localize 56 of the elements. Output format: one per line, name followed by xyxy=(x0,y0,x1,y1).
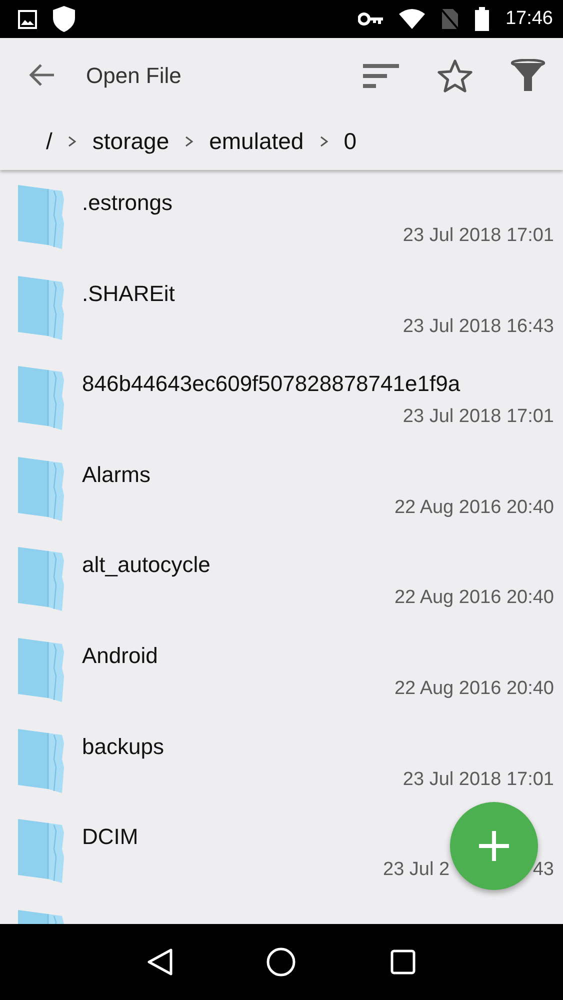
folder-name: Android xyxy=(82,642,158,670)
screen-title: Open File xyxy=(86,62,182,90)
modified-date: 22 Aug 2016 20:40 xyxy=(394,676,554,701)
folder-row[interactable]: Alarms 22 Aug 2016 20:40 xyxy=(0,442,563,532)
breadcrumb-link[interactable]: storage xyxy=(92,124,170,159)
folder-row[interactable]: .SHAREit 23 Jul 2018 16:43 xyxy=(0,260,563,352)
folder-name: .estrongs xyxy=(82,189,172,217)
key-icon xyxy=(358,12,384,26)
modified-date: 22 Aug 2016 20:40 xyxy=(394,586,554,610)
modified-date: 23 Jul 2 xyxy=(383,858,450,882)
folder-icon xyxy=(18,638,64,702)
modified-date: 23 Jul 2018 16:43 xyxy=(402,314,554,339)
modified-date: 43 xyxy=(532,858,554,882)
modified-date: 23 Jul 2018 17:01 xyxy=(402,224,554,248)
folder-icon xyxy=(18,728,64,793)
folder-name: DCIM xyxy=(82,823,138,852)
wifi-icon xyxy=(399,9,426,29)
folder-icon xyxy=(18,366,64,430)
chevron-icon xyxy=(320,136,328,147)
sort-button[interactable] xyxy=(363,62,399,88)
folder-icon xyxy=(18,276,64,340)
modified-date: 23 Jul 2018 17:01 xyxy=(402,768,554,792)
folder-name: backups xyxy=(82,732,164,761)
folder-name: 846b44643ec609f507828878741e1f9a xyxy=(82,370,460,398)
folder-name: .SHAREit xyxy=(82,280,175,308)
no-sim-icon xyxy=(441,8,460,30)
favorite-button[interactable] xyxy=(437,58,473,92)
modified-date: 22 Aug 2016 20:40 xyxy=(394,496,554,520)
battery-icon xyxy=(475,7,490,31)
folder-icon xyxy=(18,547,64,612)
chevron-icon xyxy=(185,136,194,147)
plus-icon xyxy=(478,830,510,862)
folder-name: Alarms xyxy=(82,460,150,489)
clock-time: 17:46 xyxy=(505,6,553,31)
breadcrumb-link[interactable]: emulated xyxy=(209,124,304,159)
back-nav-button[interactable] xyxy=(146,948,173,976)
folder-icon xyxy=(18,185,64,249)
image-icon xyxy=(18,10,37,28)
back-button[interactable] xyxy=(28,63,56,88)
folder-name: alt_autocycle xyxy=(82,551,210,580)
folder-row[interactable]: backups 23 Jul 2018 17:01 xyxy=(0,714,563,804)
breadcrumb-link[interactable]: / xyxy=(46,124,52,159)
breadcrumb-link[interactable]: 0 xyxy=(344,124,357,159)
folder-icon xyxy=(18,819,64,884)
folder-icon xyxy=(18,456,64,521)
folder-row[interactable]: alt_autocycle 22 Aug 2016 20:40 xyxy=(0,532,563,623)
shield-icon xyxy=(53,6,75,32)
recents-nav-button[interactable] xyxy=(390,949,416,975)
filter-button[interactable] xyxy=(511,58,545,92)
folder-row[interactable]: DCIM 23 Jul 2 43 xyxy=(0,804,563,895)
folder-row[interactable]: .estrongs 23 Jul 2018 17:01 xyxy=(0,170,563,261)
chevron-icon xyxy=(68,136,76,147)
home-nav-button[interactable] xyxy=(266,947,296,977)
folder-row[interactable]: Android 22 Aug 2016 20:40 xyxy=(0,622,563,714)
modified-date: 23 Jul 2018 17:01 xyxy=(402,405,554,430)
folder-row[interactable]: 846b44643ec609f507828878741e1f9a 23 Jul 2018 17:01 xyxy=(0,351,563,442)
